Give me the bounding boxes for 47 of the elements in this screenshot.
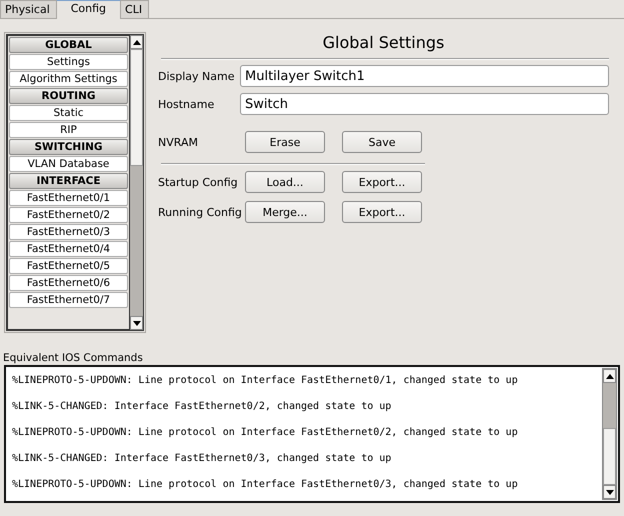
log-line: %LINK-5-CHANGED: Interface FastEthernet0/3, changed state to up	[12, 452, 392, 466]
sidebar-item[interactable]: Algorithm Settings	[9, 71, 128, 87]
text-field[interactable]: Multilayer Switch1	[240, 65, 609, 87]
section-header[interactable]: SWITCHING	[9, 139, 128, 155]
section-header[interactable]: ROUTING	[9, 88, 128, 104]
sidebar-item[interactable]: FastEthernet0/5	[9, 258, 128, 274]
sidebar-item[interactable]: FastEthernet0/6	[9, 275, 128, 291]
row-label: Running Config	[158, 206, 243, 218]
sidebar-item[interactable]: FastEthernet0/3	[9, 224, 128, 240]
tab[interactable]: Config	[56, 0, 122, 19]
scroll-up-icon[interactable]	[130, 35, 143, 49]
field-label: Hostname	[158, 98, 216, 110]
scroll-up-icon[interactable]	[603, 369, 616, 383]
tab[interactable]: CLI	[120, 0, 150, 18]
button[interactable]: Erase	[245, 131, 325, 153]
sidebar-item[interactable]: FastEthernet0/1	[9, 190, 128, 206]
button[interactable]: Merge...	[245, 201, 325, 223]
button[interactable]: Export...	[342, 201, 422, 223]
sidebar-item[interactable]: FastEthernet0/4	[9, 241, 128, 257]
field-label: Display Name	[158, 70, 236, 82]
section-header[interactable]: INTERFACE	[9, 173, 128, 189]
console-label: Equivalent IOS Commands	[3, 352, 144, 365]
section-header[interactable]: GLOBAL	[9, 37, 128, 53]
sidebar-item[interactable]: FastEthernet0/7	[9, 292, 128, 308]
scrollbar[interactable]	[129, 34, 144, 331]
sidebar-item[interactable]: FastEthernet0/2	[9, 207, 128, 223]
sidebar-item[interactable]: Static	[9, 105, 128, 121]
panel-title: Global Settings	[322, 33, 446, 53]
tab[interactable]: Physical	[0, 0, 57, 18]
sidebar-item[interactable]: RIP	[9, 122, 128, 138]
scrollbar[interactable]	[602, 368, 617, 500]
log-line: %LINK-5-CHANGED: Interface FastEthernet0/2, changed state to up	[12, 400, 392, 414]
button[interactable]: Export...	[342, 171, 422, 193]
log-line: %LINEPROTO-5-UPDOWN: Line protocol on Interface FastEthernet0/1, changed state to up	[12, 374, 519, 388]
scroll-down-icon[interactable]	[603, 485, 616, 499]
log-line: %LINEPROTO-5-UPDOWN: Line protocol on Interface FastEthernet0/3, changed state to up	[12, 478, 519, 492]
scroll-thumb[interactable]	[603, 428, 616, 485]
scroll-down-icon[interactable]	[130, 316, 143, 330]
row-label: Startup Config	[158, 176, 239, 188]
text-field[interactable]: Switch	[240, 93, 609, 115]
button[interactable]: Save	[342, 131, 422, 153]
log-line: %LINEPROTO-5-UPDOWN: Line protocol on Interface FastEthernet0/2, changed state to up	[12, 426, 519, 440]
button[interactable]: Load...	[245, 171, 325, 193]
row-label: NVRAM	[158, 136, 199, 148]
sidebar-item[interactable]: Settings	[9, 54, 128, 70]
scroll-thumb[interactable]	[130, 49, 143, 166]
sidebar-item[interactable]: VLAN Database	[9, 156, 128, 172]
